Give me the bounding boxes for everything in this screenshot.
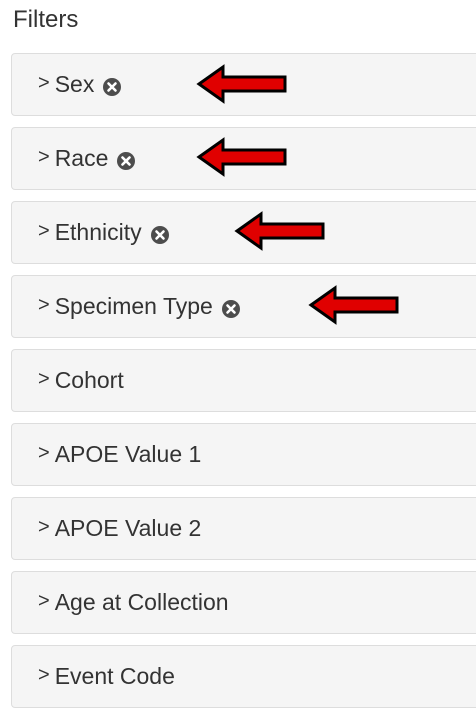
- filter-panel-age-at-collection[interactable]: > Age at Collection: [11, 571, 476, 634]
- clear-filter-icon[interactable]: [221, 298, 241, 318]
- filter-label: APOE Value 2: [54, 515, 202, 541]
- filter-panel-event-code[interactable]: > Event Code: [11, 645, 476, 708]
- clear-filter-icon[interactable]: [150, 224, 170, 244]
- filters-heading: Filters: [13, 6, 79, 33]
- filter-label: APOE Value 1: [54, 441, 202, 467]
- chevron-right-icon: >: [38, 664, 50, 686]
- filter-panel-specimen-type[interactable]: > Specimen Type: [11, 275, 476, 338]
- filter-label: Ethnicity: [54, 219, 142, 245]
- red-arrow-annotation: [234, 211, 325, 251]
- chevron-right-icon: >: [38, 220, 50, 242]
- red-arrow-annotation: [308, 285, 399, 325]
- filter-label: Sex: [54, 71, 95, 97]
- red-arrow-annotation: [196, 137, 287, 177]
- chevron-right-icon: >: [38, 442, 50, 464]
- filter-panel-apoe-value-2[interactable]: > APOE Value 2: [11, 497, 476, 560]
- filter-label: Race: [54, 145, 109, 171]
- chevron-right-icon: >: [38, 516, 50, 538]
- chevron-right-icon: >: [38, 72, 50, 94]
- filter-panel-sex[interactable]: > Sex: [11, 53, 476, 116]
- filter-label: Event Code: [54, 663, 175, 689]
- filter-panel-ethnicity[interactable]: > Ethnicity: [11, 201, 476, 264]
- filter-list: > Sex > Race > Ethnicity > Specimen Type…: [11, 53, 476, 719]
- filter-label: Age at Collection: [54, 589, 229, 615]
- clear-filter-icon[interactable]: [102, 76, 122, 96]
- chevron-right-icon: >: [38, 368, 50, 390]
- chevron-right-icon: >: [38, 146, 50, 168]
- red-arrow-annotation: [196, 64, 287, 104]
- filter-panel-cohort[interactable]: > Cohort: [11, 349, 476, 412]
- clear-filter-icon[interactable]: [116, 150, 136, 170]
- chevron-right-icon: >: [38, 590, 50, 612]
- filter-label: Cohort: [54, 367, 124, 393]
- filter-panel-apoe-value-1[interactable]: > APOE Value 1: [11, 423, 476, 486]
- filter-label: Specimen Type: [54, 293, 213, 319]
- chevron-right-icon: >: [38, 294, 50, 316]
- filter-panel-race[interactable]: > Race: [11, 127, 476, 190]
